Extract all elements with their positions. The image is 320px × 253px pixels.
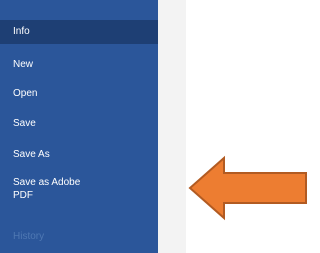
menu-item-save-as[interactable]: Save As (0, 143, 158, 167)
screenshot-stage: Info New Open Save Save As Save as Adobe… (0, 0, 313, 253)
backstage-navigation: Info New Open Save Save As Save as Adobe… (0, 0, 158, 253)
menu-item-save-as-adobe-pdf[interactable]: Save as Adobe PDF (0, 172, 158, 206)
menu-item-history: History (13, 231, 45, 242)
left-arrow-icon (188, 155, 307, 221)
backstage-side-panel (158, 0, 186, 253)
menu-item-save[interactable]: Save (0, 112, 158, 136)
menu-item-new[interactable]: New (0, 53, 158, 77)
menu-item-info[interactable]: Info (0, 20, 158, 44)
menu-item-open[interactable]: Open (0, 82, 158, 106)
